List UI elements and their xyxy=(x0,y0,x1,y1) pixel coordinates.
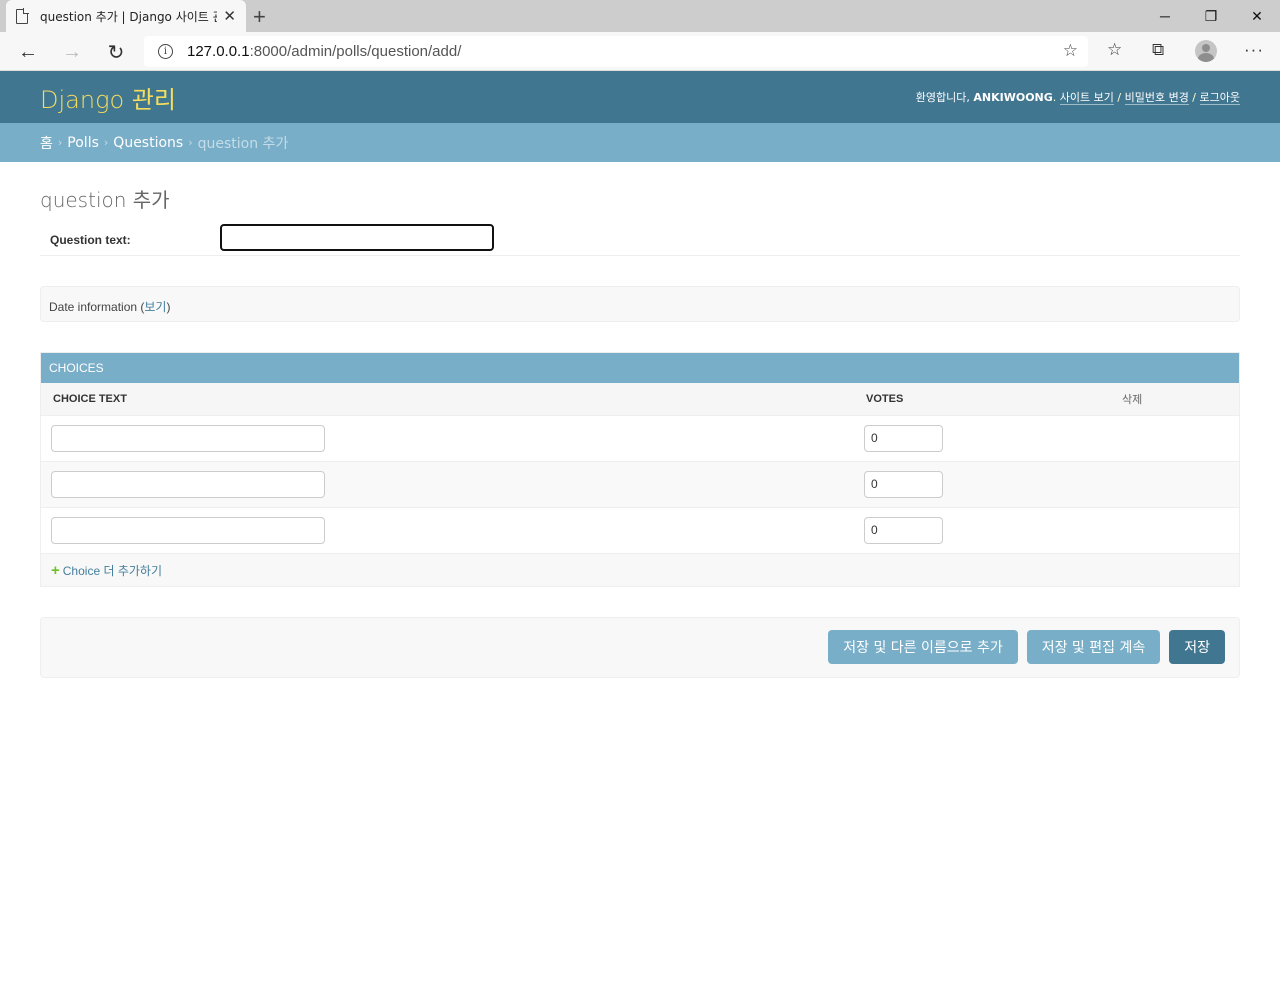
url-path: :8000/admin/polls/question/add/ xyxy=(249,43,462,60)
breadcrumb-separator: › xyxy=(103,136,109,149)
choices-table: CHOICE TEXT VOTES 삭제 xyxy=(41,383,1239,554)
submit-row: 저장 및 다른 이름으로 추가 저장 및 편집 계속 저장 xyxy=(40,616,1240,678)
favorites-icon[interactable]: ☆ xyxy=(1107,40,1122,60)
user-tools: 환영합니다, ANKIWOONG. 사이트 보기 / 비밀번호 변경 / 로그아… xyxy=(915,91,1240,105)
choice-text-input[interactable] xyxy=(51,424,325,452)
votes-input[interactable] xyxy=(864,470,943,498)
favorite-star-icon[interactable]: ☆ xyxy=(1063,41,1078,61)
profile-avatar[interactable] xyxy=(1195,40,1217,62)
breadcrumb-app[interactable]: Polls xyxy=(67,135,99,151)
question-text-label: Question text: xyxy=(50,233,131,247)
table-row xyxy=(41,461,1239,508)
welcome-text: 환영합니다, xyxy=(915,91,970,104)
breadcrumb-separator: › xyxy=(188,136,193,149)
date-fieldset-toggle[interactable]: 보기 xyxy=(144,300,166,314)
back-icon[interactable]: ← xyxy=(14,38,42,66)
refresh-icon[interactable]: ↻ xyxy=(102,38,130,66)
minimize-icon[interactable]: ─ xyxy=(1142,0,1188,32)
tab-title: question 추가 | Django 사이트 관 xyxy=(40,9,218,24)
logout-link[interactable]: 로그아웃 xyxy=(1199,91,1240,105)
column-choice-text: CHOICE TEXT xyxy=(41,383,854,416)
close-tab-icon[interactable]: ✕ xyxy=(223,7,236,25)
votes-input[interactable] xyxy=(864,424,943,452)
date-information-fieldset: Date information (보기) xyxy=(40,286,1240,322)
plus-icon: + xyxy=(51,561,60,579)
browser-tab[interactable]: question 추가 | Django 사이트 관 ✕ xyxy=(6,0,246,32)
breadcrumb-model[interactable]: Questions xyxy=(113,135,183,151)
url-field[interactable]: i 127.0.0.1:8000/admin/polls/question/ad… xyxy=(144,36,1088,67)
view-site-link[interactable]: 사이트 보기 xyxy=(1059,91,1114,105)
restore-icon[interactable]: ❐ xyxy=(1188,0,1234,32)
address-bar-row: ← → ↻ i 127.0.0.1:8000/admin/polls/quest… xyxy=(0,32,1280,71)
window-close-icon[interactable]: ✕ xyxy=(1234,0,1280,32)
question-text-row: Question text: xyxy=(40,184,1240,256)
new-tab-icon[interactable]: + xyxy=(253,4,266,30)
page-icon xyxy=(16,8,29,24)
add-choice-row: + Choice 더 추가하기 xyxy=(41,553,1239,586)
more-menu-icon[interactable]: ··· xyxy=(1244,40,1264,60)
table-row xyxy=(41,507,1239,554)
date-fieldset-label: Date information xyxy=(49,300,138,314)
site-branding[interactable]: Django 관리 xyxy=(40,80,176,115)
column-votes: VOTES xyxy=(854,383,1032,416)
save-button[interactable]: 저장 xyxy=(1169,630,1225,664)
choice-text-input[interactable] xyxy=(51,470,325,498)
browser-tab-bar: question 추가 | Django 사이트 관 ✕ + ─ ❐ ✕ xyxy=(0,0,1280,32)
change-password-link[interactable]: 비밀번호 변경 xyxy=(1124,91,1189,105)
votes-input[interactable] xyxy=(864,516,943,544)
username: ANKIWOONG xyxy=(973,91,1053,104)
breadcrumb-home[interactable]: 홈 xyxy=(40,133,53,153)
url-host: 127.0.0.1 xyxy=(187,43,250,60)
breadcrumb-current: question 추가 xyxy=(197,135,289,152)
breadcrumb-separator: › xyxy=(57,136,63,149)
save-and-add-another-button[interactable]: 저장 및 다른 이름으로 추가 xyxy=(828,630,1018,664)
table-row xyxy=(41,415,1239,462)
question-text-input[interactable] xyxy=(220,224,494,251)
breadcrumb: 홈 › Polls › Questions › question 추가 xyxy=(0,123,1280,162)
info-icon[interactable]: i xyxy=(158,44,173,59)
save-and-continue-button[interactable]: 저장 및 편집 계속 xyxy=(1026,630,1161,664)
column-delete: 삭제 xyxy=(1032,383,1239,416)
add-another-choice-link[interactable]: Choice 더 추가하기 xyxy=(63,564,162,578)
choice-text-input[interactable] xyxy=(51,516,325,544)
admin-header: Django 관리 환영합니다, ANKIWOONG. 사이트 보기 / 비밀번… xyxy=(0,71,1280,123)
main-content: question 추가 Question text: Date informat… xyxy=(40,162,1240,678)
collections-icon[interactable]: ⧉ xyxy=(1152,40,1164,60)
forward-icon[interactable]: → xyxy=(58,38,86,66)
choices-inline-group: Choices CHOICE TEXT VOTES 삭제 xyxy=(40,352,1240,587)
choices-heading: Choices xyxy=(41,353,1239,383)
